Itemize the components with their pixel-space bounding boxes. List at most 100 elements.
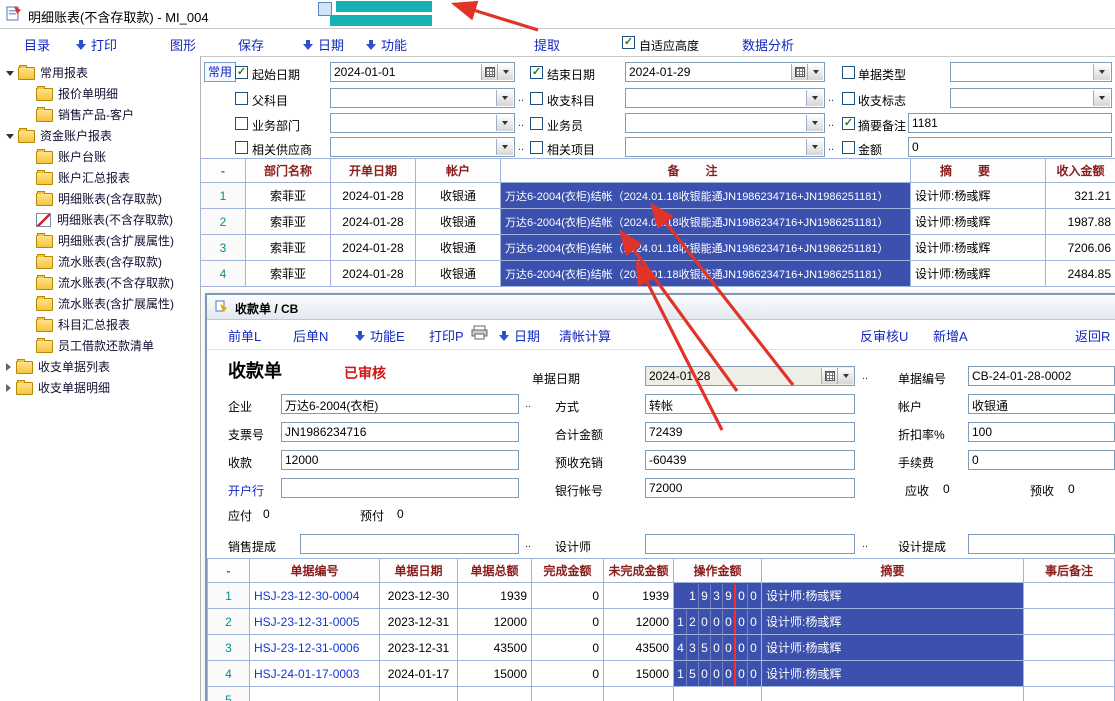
start-date-input[interactable]: 2024-01-01 [330,62,515,82]
amount-input[interactable]: 0 [908,137,1112,157]
date-menu-button[interactable]: 日期 [499,326,540,345]
dept-select[interactable] [330,113,515,133]
table-row[interactable]: 5 [208,687,1115,701]
dept-cell[interactable]: 索菲亚 [246,183,331,209]
dropdown-icon[interactable] [807,64,823,80]
summary-cell[interactable]: 设计师:杨彧辉 [911,235,1046,261]
bank-account-input[interactable]: 72000 [645,478,855,498]
summary-cell-selected[interactable]: 设计师:杨彧辉 [762,635,1024,661]
print-button[interactable]: 打印P [429,326,464,345]
dept-checkbox[interactable] [235,117,248,130]
table-row[interactable]: 4 HSJ-24-01-17-0003 2024-01-17 15000 0 1… [208,661,1115,687]
dropdown-icon[interactable] [837,368,853,384]
parent-subject-select[interactable] [330,88,515,108]
after-note-cell[interactable] [1024,583,1115,609]
sidebar-item-subject-summary[interactable]: 科目汇总报表 [36,316,130,336]
done-cell[interactable] [532,687,604,701]
dropdown-icon[interactable] [497,64,513,80]
calendar-icon[interactable] [791,64,807,80]
expand-icon[interactable] [6,134,14,139]
function-menu-button[interactable]: 功能E [355,326,405,345]
income-cell[interactable]: 7206.06 [1046,235,1115,261]
table-row[interactable]: 3 索菲亚 2024-01-28 收银通 万达6-2004(衣柜)结帐（2024… [201,235,1115,261]
doc-date-cell[interactable]: 2023-12-30 [380,583,458,609]
doc-type-checkbox[interactable] [842,66,855,79]
sidebar-item-detail-without-deposit-selected[interactable]: 明细账表(不含存取款) [36,211,173,231]
doc-total-cell[interactable]: 1939 [458,583,532,609]
dept-cell[interactable]: 索菲亚 [246,235,331,261]
menu-data-analysis[interactable]: 数据分析 [742,35,794,54]
fee-input[interactable]: 0 [968,450,1115,470]
doc-total-cell[interactable] [458,687,532,701]
table-row[interactable]: 1 HSJ-23-12-30-0004 2023-12-30 1939 0 19… [208,583,1115,609]
supplier-checkbox[interactable] [235,141,248,154]
add-new-button[interactable]: 新增A [933,326,968,345]
date-cell[interactable]: 2024-01-28 [331,209,416,235]
date-cell[interactable]: 2024-01-28 [331,183,416,209]
discount-rate-input[interactable]: 100 [968,422,1115,442]
inout-subject-checkbox[interactable] [530,92,543,105]
project-select[interactable] [625,137,825,157]
undone-cell[interactable]: 1939 [604,583,674,609]
doc-type-select[interactable] [950,62,1112,82]
design-commission-input[interactable] [968,534,1115,554]
doc-total-cell[interactable]: 12000 [458,609,532,635]
menu-graph[interactable]: 图形 [170,35,196,54]
sidebar-item-inout-doc-list[interactable]: 收支单据列表 [6,358,110,378]
account-cell[interactable]: 收银通 [416,235,501,261]
summary-cell[interactable]: 设计师:杨彧辉 [911,209,1046,235]
adaptive-height-checkbox[interactable]: ✓ [622,36,635,49]
unaudit-button[interactable]: 反审核U [860,326,908,345]
printer-icon-button[interactable] [471,325,488,343]
op-amount-cell[interactable]: 1500000 [674,661,762,687]
expand-icon[interactable] [6,71,14,76]
summary-note-input[interactable]: 1181 [908,113,1112,133]
doc-date-cell[interactable]: 2023-12-31 [380,609,458,635]
doc-date-input[interactable]: 2024-01-28 [645,366,855,386]
doc-no-cell[interactable] [250,687,380,701]
done-cell[interactable]: 0 [532,609,604,635]
dropdown-icon[interactable] [496,115,513,131]
sidebar-item-fund-account-reports[interactable]: 资金账户报表 [6,127,112,147]
income-cell[interactable]: 2484.85 [1046,261,1115,287]
total-amount-input[interactable]: 72439 [645,422,855,442]
doc-no-cell[interactable]: HSJ-23-12-31-0006 [250,635,380,661]
menu-print[interactable]: 打印 [76,35,117,54]
doc-no-cell[interactable]: HSJ-23-12-30-0004 [250,583,380,609]
summary-cell[interactable]: 设计师:杨彧辉 [911,183,1046,209]
dropdown-icon[interactable] [806,90,823,106]
dropdown-icon[interactable] [806,139,823,155]
doc-no-input[interactable]: CB-24-01-28-0002 [968,366,1115,386]
done-cell[interactable]: 0 [532,635,604,661]
undone-cell[interactable]: 43500 [604,635,674,661]
dropdown-icon[interactable] [1093,64,1110,80]
start-date-checkbox[interactable]: ✓ [235,66,248,79]
income-cell[interactable]: 1987.88 [1046,209,1115,235]
sidebar-item-quote-detail[interactable]: 报价单明细 [36,85,118,105]
after-note-cell[interactable] [1024,661,1115,687]
note-cell-selected[interactable]: 万达6-2004(衣柜)结帐（2024.01.18收银能通JN198623471… [501,209,911,235]
note-cell-selected[interactable]: 万达6-2004(衣柜)结帐（2024.01.18收银能通JN198623471… [501,235,911,261]
doc-no-cell[interactable]: HSJ-24-01-17-0003 [250,661,380,687]
sidebar-item-flow-with-deposit[interactable]: 流水账表(含存取款) [36,253,162,273]
sidebar-item-common-reports[interactable]: 常用报表 [6,64,88,84]
menu-catalog[interactable]: 目录 [24,35,50,54]
summary-note-checkbox[interactable]: ✓ [842,117,855,130]
common-filter-button[interactable]: 常用 [204,62,236,82]
undone-cell[interactable]: 15000 [604,661,674,687]
account-cell[interactable]: 收银通 [416,183,501,209]
summary-cell[interactable] [762,687,1024,701]
next-doc-button[interactable]: 后单N [293,326,328,345]
doc-date-cell[interactable] [380,687,458,701]
sidebar-item-account-summary[interactable]: 账户汇总报表 [36,169,130,189]
sidebar-item-sales-product-customer[interactable]: 销售产品-客户 [36,106,134,126]
summary-cell[interactable]: 设计师:杨彧辉 [911,261,1046,287]
dropdown-icon[interactable] [806,115,823,131]
menu-save[interactable]: 保存 [238,35,264,54]
amount-checkbox[interactable] [842,141,855,154]
after-note-cell[interactable] [1024,687,1115,701]
note-cell-selected[interactable]: 万达6-2004(衣柜)结帐（2024.01.18收银能通JN198623471… [501,261,911,287]
salesman-select[interactable] [625,113,825,133]
doc-no-cell[interactable]: HSJ-23-12-31-0005 [250,609,380,635]
back-button[interactable]: 返回R [1075,326,1110,345]
